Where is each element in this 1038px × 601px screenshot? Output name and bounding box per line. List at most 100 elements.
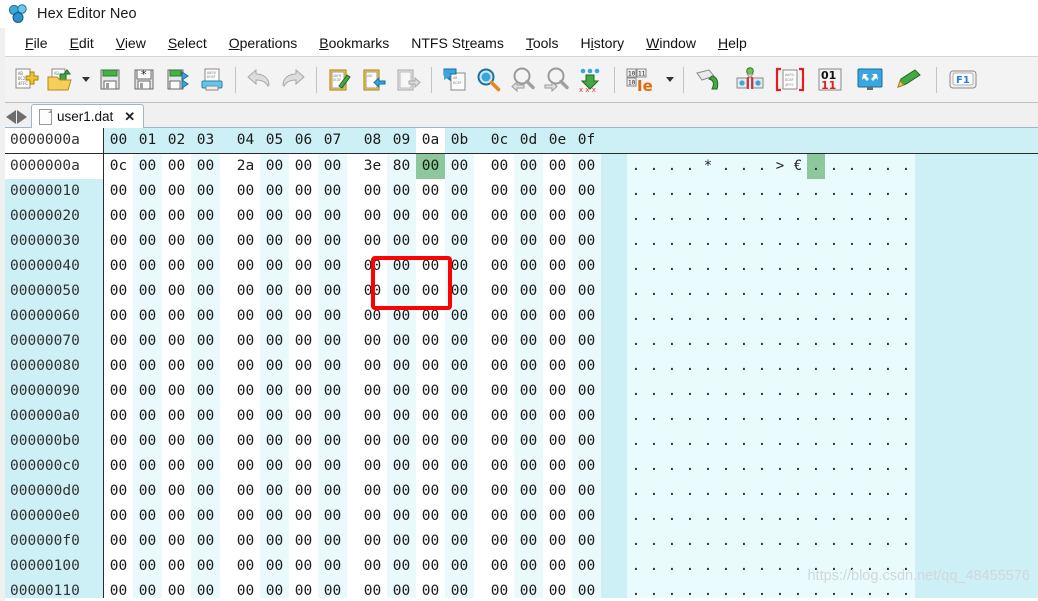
ascii-char[interactable]: . (627, 329, 645, 354)
column-header-00[interactable]: 00 (104, 128, 133, 153)
column-header-0a[interactable]: 0a (416, 128, 445, 153)
ascii-char[interactable]: . (753, 179, 771, 204)
hex-byte[interactable]: 00 (289, 329, 318, 354)
hex-byte[interactable]: 00 (289, 529, 318, 554)
hex-bytes[interactable]: 00 00 00 00 00 00 00 00 00 00 00 00 00 00 00 00 (104, 329, 601, 354)
hex-byte[interactable]: 00 (358, 204, 387, 229)
ascii-char[interactable]: . (645, 154, 663, 179)
hex-byte[interactable]: 00 (445, 379, 474, 404)
bookmark-icon[interactable] (731, 63, 769, 97)
hex-byte[interactable]: 00 (416, 479, 445, 504)
ascii-char[interactable]: . (663, 504, 681, 529)
ascii-char[interactable]: . (897, 229, 915, 254)
ascii-char[interactable]: . (627, 529, 645, 554)
ascii-char[interactable]: . (897, 379, 915, 404)
ascii-char[interactable]: . (717, 479, 735, 504)
ascii-char[interactable]: . (645, 354, 663, 379)
ascii-char[interactable]: . (825, 354, 843, 379)
hex-byte[interactable]: 00 (260, 504, 289, 529)
ascii-char[interactable]: . (879, 154, 897, 179)
new-file-icon[interactable]: AB DC2 4FFC (10, 63, 42, 97)
hex-byte[interactable]: 00 (162, 329, 191, 354)
hex-byte[interactable]: 00 (485, 529, 514, 554)
ascii-char[interactable]: . (663, 354, 681, 379)
ascii-char[interactable]: . (663, 154, 681, 179)
hex-bytes[interactable]: 00 00 00 00 00 00 00 00 00 00 00 00 00 00 00 00 (104, 554, 601, 579)
hex-byte[interactable]: 00 (543, 204, 572, 229)
ascii-char[interactable]: . (879, 354, 897, 379)
hex-byte[interactable]: 00 (162, 354, 191, 379)
ascii-char[interactable]: . (879, 179, 897, 204)
menu-item-select[interactable]: Select (157, 33, 218, 53)
hex-row[interactable]: 00000090 00 00 00 00 00 00 00 00 00 00 00 00 00 00 00 00… (0, 379, 1038, 404)
ascii-char[interactable]: . (717, 454, 735, 479)
hex-row[interactable]: 00000040 00 00 00 00 00 00 00 00 00 00 00 00 00 00 00 00… (0, 254, 1038, 279)
hex-byte[interactable]: 00 (162, 304, 191, 329)
ascii-char[interactable]: . (699, 454, 717, 479)
hex-byte[interactable]: 00 (358, 579, 387, 598)
open-dropdown-icon[interactable] (78, 63, 92, 97)
column-header-08[interactable]: 08 (358, 128, 387, 153)
ascii-char[interactable]: . (771, 179, 789, 204)
ascii-pane[interactable]: ................ (627, 254, 915, 279)
ascii-char[interactable]: . (897, 179, 915, 204)
ascii-char[interactable]: . (825, 404, 843, 429)
ascii-char[interactable]: . (897, 304, 915, 329)
ascii-char[interactable]: . (735, 329, 753, 354)
hex-byte[interactable]: 00 (318, 254, 347, 279)
ascii-char[interactable]: . (627, 179, 645, 204)
hex-byte[interactable]: 00 (104, 179, 133, 204)
hex-byte[interactable]: 00 (318, 454, 347, 479)
hex-bytes[interactable]: 00 00 00 00 00 00 00 00 00 00 00 00 00 00 00 00 (104, 404, 601, 429)
hex-byte[interactable]: 00 (572, 554, 601, 579)
hex-row[interactable]: 000000e0 00 00 00 00 00 00 00 00 00 00 00 00 00 00 00 00… (0, 504, 1038, 529)
ascii-pane[interactable]: ................ (627, 429, 915, 454)
ascii-char[interactable]: . (627, 404, 645, 429)
ascii-pane[interactable]: ................ (627, 454, 915, 479)
hex-byte[interactable]: 00 (104, 329, 133, 354)
hex-byte[interactable]: 00 (289, 429, 318, 454)
hex-byte[interactable]: 00 (572, 579, 601, 598)
hex-byte[interactable]: 00 (416, 429, 445, 454)
hex-byte[interactable]: 00 (133, 254, 162, 279)
hex-byte[interactable]: 00 (133, 529, 162, 554)
hex-row[interactable]: 000000b0 00 00 00 00 00 00 00 00 00 00 00 00 00 00 00 00… (0, 429, 1038, 454)
hex-byte[interactable]: 00 (485, 504, 514, 529)
ascii-char[interactable]: . (663, 429, 681, 454)
ascii-char[interactable]: . (735, 354, 753, 379)
ascii-char[interactable]: . (861, 329, 879, 354)
hex-byte[interactable]: 00 (572, 379, 601, 404)
ascii-char[interactable]: . (717, 254, 735, 279)
hex-byte[interactable]: 00 (191, 479, 220, 504)
hex-byte[interactable]: 00 (543, 404, 572, 429)
hex-byte[interactable]: 00 (133, 179, 162, 204)
ascii-char[interactable]: . (771, 454, 789, 479)
ascii-char[interactable]: . (879, 504, 897, 529)
ascii-char[interactable]: . (663, 254, 681, 279)
ascii-char[interactable]: . (897, 479, 915, 504)
ascii-char[interactable]: . (753, 404, 771, 429)
hex-byte[interactable]: 00 (543, 304, 572, 329)
fullscreen-icon[interactable] (851, 63, 889, 97)
ascii-char[interactable]: . (843, 529, 861, 554)
hex-byte[interactable]: 00 (416, 179, 445, 204)
ascii-char[interactable]: . (789, 379, 807, 404)
ascii-char[interactable]: . (825, 379, 843, 404)
hex-byte[interactable]: 00 (387, 529, 416, 554)
ascii-char[interactable]: . (843, 304, 861, 329)
hex-byte[interactable]: 00 (318, 479, 347, 504)
ascii-char[interactable]: . (807, 204, 825, 229)
hex-byte[interactable]: 00 (231, 529, 260, 554)
hex-byte[interactable]: 00 (543, 529, 572, 554)
ascii-char[interactable]: . (645, 579, 663, 598)
hex-byte[interactable]: 00 (572, 329, 601, 354)
ascii-char[interactable]: . (825, 154, 843, 179)
hex-byte[interactable]: 00 (387, 404, 416, 429)
hex-byte[interactable]: 00 (162, 204, 191, 229)
ascii-char[interactable]: . (699, 379, 717, 404)
ascii-char[interactable]: . (681, 204, 699, 229)
ascii-char[interactable]: . (861, 504, 879, 529)
hex-byte[interactable]: 00 (416, 204, 445, 229)
ascii-char[interactable]: . (753, 279, 771, 304)
hex-byte[interactable]: 00 (104, 354, 133, 379)
